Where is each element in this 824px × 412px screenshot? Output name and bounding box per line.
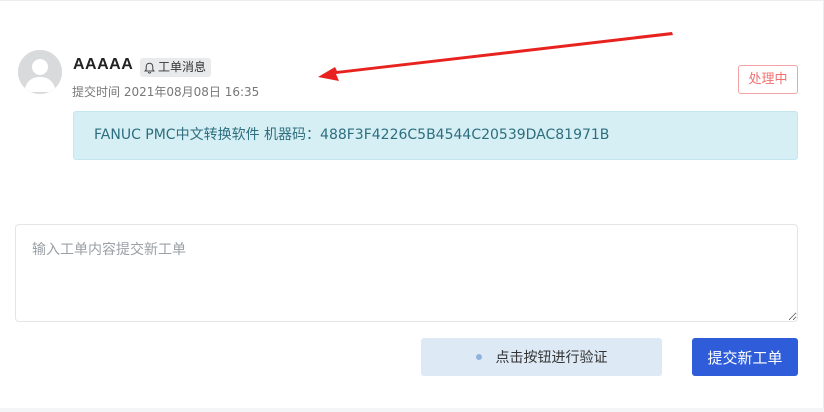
submit-time: 提交时间 2021年08月08日 16:35 <box>72 85 260 99</box>
verify-button-label: 点击按钮进行验证 <box>495 349 608 365</box>
submit-ticket-button[interactable]: 提交新工单 <box>692 338 798 376</box>
ticket-message: FANUC PMC中文转换软件 机器码：488F3F4226C5B4544C20… <box>73 111 798 160</box>
tag-label: 工单消息 <box>158 60 207 74</box>
avatar <box>18 50 62 94</box>
bottom-divider <box>0 408 824 412</box>
ticket-content-input[interactable] <box>15 224 798 322</box>
ticket-panel: AAAAA 工单消息 提交时间 2021年08月08日 16:35 处理中 FA… <box>0 0 824 412</box>
ticket-type-tag: 工单消息 <box>140 58 212 77</box>
user-avatar-icon <box>18 50 62 94</box>
status-badge: 处理中 <box>738 65 798 94</box>
bell-icon <box>144 62 155 74</box>
username: AAAAA <box>73 56 134 73</box>
captcha-verify-button[interactable]: 点击按钮进行验证 <box>421 338 662 376</box>
verify-dot-icon <box>475 354 482 360</box>
